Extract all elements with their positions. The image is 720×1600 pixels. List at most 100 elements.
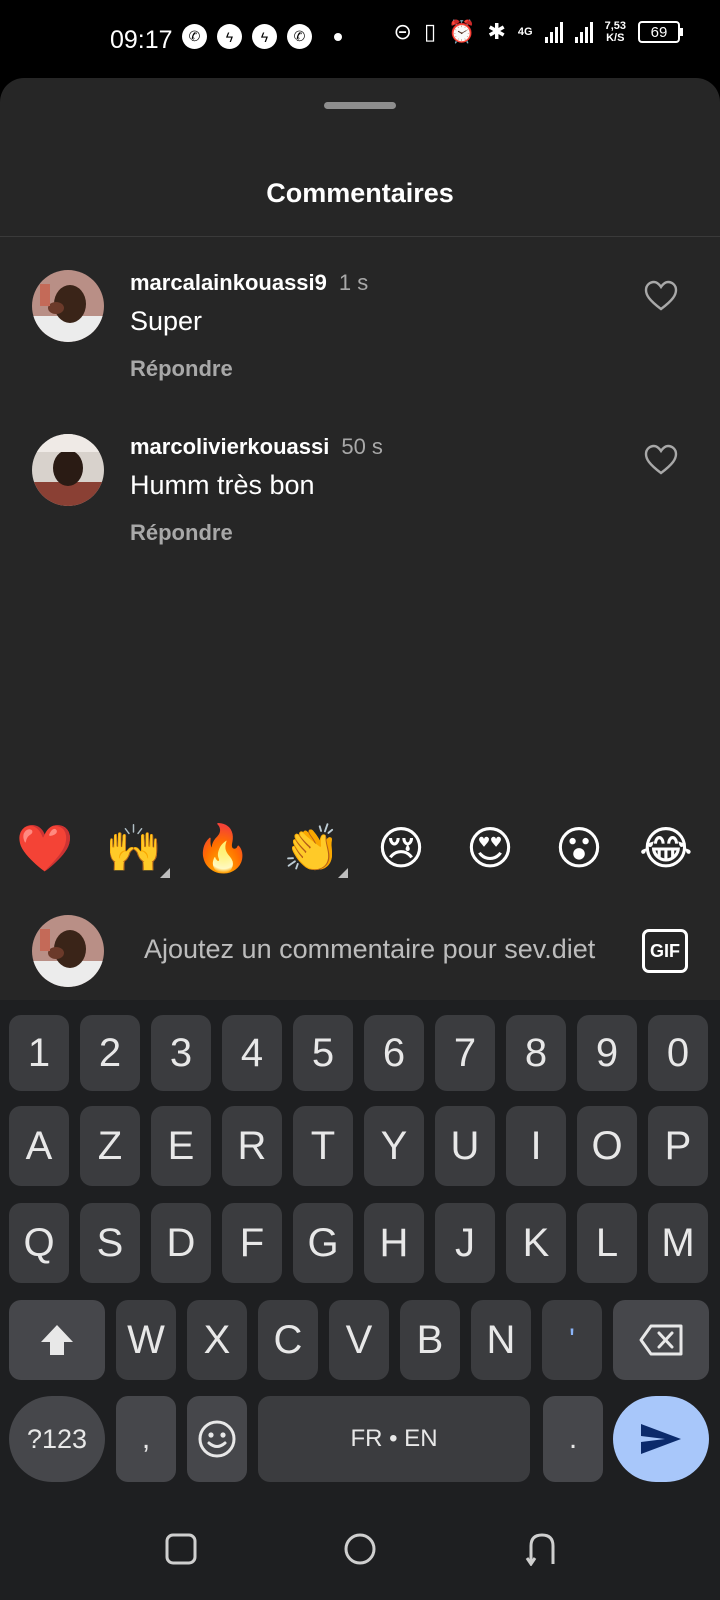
signal-icon-2 [574,21,593,43]
system-indicators: ⊝ ▯ ⏰ ✱ 4G 7,53 K/S 69 [393,19,683,44]
emoji-crying[interactable]: 😢 [371,818,431,878]
messenger-icon: ϟ [217,24,242,49]
battery-level: 69 [650,23,668,41]
key-l[interactable]: L [577,1203,637,1283]
key-b[interactable]: B [400,1300,460,1380]
key-n[interactable]: N [471,1300,531,1380]
key-k[interactable]: K [506,1203,566,1283]
key-5[interactable]: 5 [293,1015,353,1091]
comma-key[interactable]: , [116,1396,176,1482]
key-t[interactable]: T [293,1106,353,1186]
avatar-image [32,434,104,506]
avatar-image [32,270,104,342]
key-i[interactable]: I [506,1106,566,1186]
emoji-heart[interactable]: ❤️ [15,818,75,878]
key-2[interactable]: 2 [80,1015,140,1091]
key-v[interactable]: V [329,1300,389,1380]
emoji-heart-eyes[interactable]: 😍 [460,818,520,878]
home-icon[interactable] [343,1532,377,1566]
emoji-surprised[interactable]: 😮 [549,818,609,878]
key-x[interactable]: X [187,1300,247,1380]
key-y[interactable]: Y [364,1106,424,1186]
key-u[interactable]: U [435,1106,495,1186]
period-key[interactable]: . [543,1396,603,1482]
key-p[interactable]: P [648,1106,708,1186]
comment-text: Humm très bon [130,470,315,500]
emoji-fire[interactable]: 🔥 [193,818,253,878]
emoji-glyph: 🙌 [105,822,163,874]
speed-value: 7,53 [604,20,626,32]
status-time: 09:17 [110,26,173,54]
messenger-icon: ϟ [252,24,277,49]
key-o[interactable]: O [577,1106,637,1186]
key-apostrophe[interactable]: ' [542,1300,602,1380]
comment-input[interactable] [144,929,614,969]
signal-icon [544,21,563,43]
key-g[interactable]: G [293,1203,353,1283]
key-8[interactable]: 8 [506,1015,566,1091]
key-3[interactable]: 3 [151,1015,211,1091]
key-f[interactable]: F [222,1203,282,1283]
key-q[interactable]: Q [9,1203,69,1283]
avatar-image [32,915,104,987]
avatar[interactable] [32,270,104,342]
comment-item: marcalainkouassi9 1 s Super Répondre [0,270,720,410]
skin-tone-indicator [160,868,170,878]
back-icon[interactable] [525,1532,559,1566]
comment-text: Super [130,306,203,336]
emoji-raised-hands[interactable]: 🙌 [104,818,170,878]
key-r[interactable]: R [222,1106,282,1186]
send-key[interactable] [613,1396,709,1482]
key-e[interactable]: E [151,1106,211,1186]
key-z[interactable]: Z [80,1106,140,1186]
key-7[interactable]: 7 [435,1015,495,1091]
alarm-icon: ⏰ [448,19,476,44]
key-a[interactable]: A [9,1106,69,1186]
username-text[interactable]: marcalainkouassi9 [130,270,327,295]
key-1[interactable]: 1 [9,1015,69,1091]
key-4[interactable]: 4 [222,1015,282,1091]
avatar [32,915,104,987]
vibrate-icon: ▯ [423,19,437,44]
symbols-key[interactable]: ?123 [9,1396,105,1482]
battery-icon: 69 [638,21,683,43]
key-h[interactable]: H [364,1203,424,1283]
emoji-clap[interactable]: 👏 [282,818,348,878]
backspace-key[interactable] [613,1300,709,1380]
shift-key[interactable] [9,1300,105,1380]
like-heart-icon[interactable] [644,280,678,312]
gif-button[interactable]: GIF [642,929,688,973]
comment-username[interactable]: marcolivierkouassi 50 s [130,434,383,460]
reply-button[interactable]: Répondre [130,356,233,382]
emoji-key[interactable] [187,1396,247,1482]
key-w[interactable]: W [116,1300,176,1380]
key-d[interactable]: D [151,1203,211,1283]
emoji-laughing[interactable]: 😂 [636,818,696,878]
key-9[interactable]: 9 [577,1015,637,1091]
recents-icon[interactable] [164,1532,198,1566]
like-heart-icon[interactable] [644,444,678,476]
navigation-bar [0,1500,720,1600]
emoji-glyph: 👏 [283,822,341,874]
skin-tone-indicator [338,868,348,878]
username-text[interactable]: marcolivierkouassi [130,434,329,459]
drag-handle[interactable] [324,102,396,109]
whatsapp-icon: ✆ [182,24,207,49]
emoji-quick-bar: ❤️ 🙌 🔥 👏 😢 😍 😮 😂 [0,818,720,888]
avatar[interactable] [32,434,104,506]
shift-icon [41,1325,73,1355]
comment-composer: GIF [0,895,720,995]
comment-time: 50 s [341,434,383,459]
comment-username[interactable]: marcalainkouassi9 1 s [130,270,368,296]
reply-button[interactable]: Répondre [130,520,233,546]
key-6[interactable]: 6 [364,1015,424,1091]
smiley-icon [198,1420,236,1458]
key-m[interactable]: M [648,1203,708,1283]
key-0[interactable]: 0 [648,1015,708,1091]
key-c[interactable]: C [258,1300,318,1380]
data-saver-icon: ⊝ [393,19,412,44]
key-s[interactable]: S [80,1203,140,1283]
whatsapp-icon: ✆ [287,24,312,49]
key-j[interactable]: J [435,1203,495,1283]
space-bar[interactable]: FR • EN [258,1396,530,1482]
